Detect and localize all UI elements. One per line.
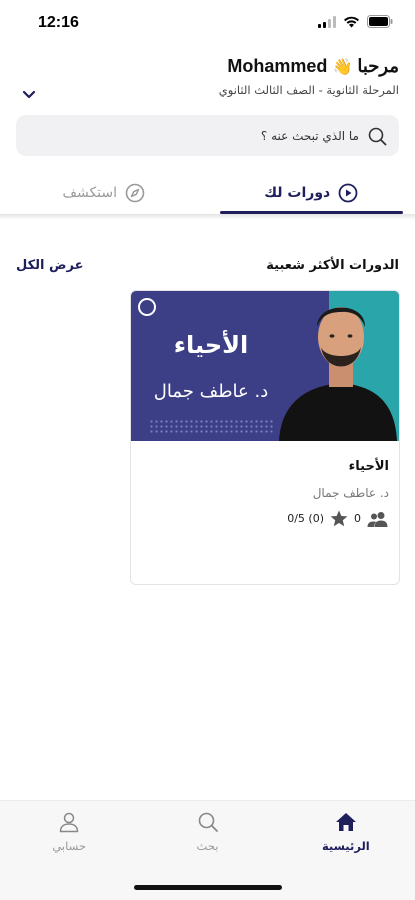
tab-explore-label: استكشف	[62, 185, 118, 201]
course-card[interactable]: الأحياء د. عاطف جمال الأحياء د. عاطف جما…	[130, 290, 400, 585]
course-meta: 0 (0) 0/5	[287, 510, 389, 527]
thumbnail-dot-pattern	[149, 419, 274, 433]
nav-label-account: حسابي	[52, 839, 87, 853]
students-icon	[367, 511, 388, 527]
search-bar[interactable]	[16, 115, 399, 156]
tab-courses-for-you[interactable]: دورات لك	[208, 170, 415, 216]
popular-section-header: عرض الكل الدورات الأكثر شعبية	[16, 255, 399, 275]
nav-item-search[interactable]: بحث	[138, 809, 276, 869]
thumbnail-subject: الأحياء	[173, 331, 249, 359]
greeting-line: مرحبا 👋 Mohammed	[219, 56, 399, 77]
signal-icon	[318, 15, 336, 28]
view-all-link[interactable]: عرض الكل	[16, 258, 83, 273]
bottom-nav-items: الرئيسية بحث حسابي	[0, 809, 415, 869]
course-name: الأحياء	[348, 459, 389, 474]
play-circle-icon	[338, 183, 358, 203]
section-title: الدورات الأكثر شعبية	[266, 257, 399, 273]
status-icons	[318, 15, 393, 28]
teacher-photo	[279, 307, 397, 441]
wave-icon: 👋	[332, 59, 353, 76]
search-icon	[368, 127, 387, 145]
tab-courses-label: دورات لك	[264, 185, 331, 201]
platform-logo	[138, 298, 156, 316]
compass-icon	[125, 183, 145, 203]
course-teacher: د. عاطف جمال	[312, 486, 389, 500]
course-tabs: دورات لك استكشف	[0, 170, 415, 216]
nav-label-home: الرئيسية	[321, 839, 370, 853]
battery-icon	[367, 15, 393, 28]
status-bar: 12:16	[0, 0, 415, 44]
user-icon	[59, 812, 79, 833]
greeting-block: مرحبا 👋 Mohammed المرحلة الثانوية - الصف…	[219, 56, 399, 97]
status-time: 12:16	[38, 14, 79, 31]
nav-label-search: بحث	[196, 839, 219, 853]
tabs-divider	[0, 214, 415, 220]
home-icon	[335, 813, 356, 831]
thumbnail-teacher: د. عاطف جمال	[153, 381, 269, 402]
chevron-down-icon[interactable]	[20, 86, 38, 104]
user-name: Mohammed	[227, 56, 328, 76]
course-thumbnail: الأحياء د. عاطف جمال	[131, 291, 399, 441]
greeting-text: مرحبا	[357, 56, 399, 76]
star-icon	[330, 510, 348, 527]
wifi-icon	[344, 16, 359, 27]
search-input[interactable]	[59, 128, 359, 143]
search-icon	[198, 812, 218, 832]
students-count: 0	[354, 512, 361, 525]
nav-item-account[interactable]: حسابي	[0, 809, 138, 869]
home-indicator	[134, 885, 282, 890]
course-rating: (0) 0/5	[287, 512, 324, 525]
stage-label: المرحلة الثانوية - الصف الثالث الثانوي	[218, 83, 399, 97]
nav-item-home[interactable]: الرئيسية	[277, 809, 415, 869]
tab-explore[interactable]: استكشف	[0, 170, 208, 216]
